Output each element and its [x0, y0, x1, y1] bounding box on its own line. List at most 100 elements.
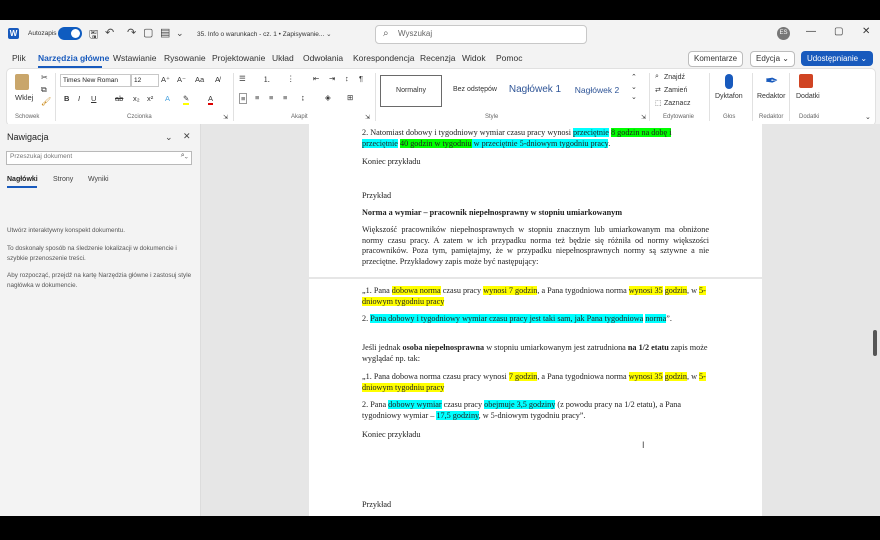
- half-time-quote-1[interactable]: „1. Pana dobowa norma czasu pracy wynosi…: [362, 372, 709, 393]
- quote-paragraph-1[interactable]: „1. Pana dobowa norma czasu pracy wynosi…: [362, 286, 709, 307]
- text-effects-icon[interactable]: A: [165, 94, 170, 103]
- half-time-paragraph[interactable]: Jeśli jednak osoba niepełnosprawna w sto…: [362, 343, 709, 364]
- section-heading[interactable]: Norma a wymiar – pracownik niepełnospraw…: [362, 208, 709, 219]
- select-button[interactable]: Zaznacz: [664, 100, 690, 107]
- shrink-font-icon[interactable]: A⁻: [177, 75, 186, 84]
- tab-draw[interactable]: Rysowanie: [164, 53, 206, 63]
- font-dialog-launcher-icon[interactable]: ⇲: [223, 114, 228, 121]
- nav-search-input[interactable]: Przeszukaj dokument ⌕⌄: [6, 151, 192, 165]
- share-button[interactable]: Udostępnianie ⌄: [801, 51, 873, 66]
- paste-icon[interactable]: [15, 74, 29, 90]
- avatar[interactable]: ES: [777, 27, 790, 40]
- replace-button[interactable]: Zamień: [664, 87, 687, 94]
- tab-design[interactable]: Projektowanie: [212, 53, 265, 63]
- styles-scroll-up-icon[interactable]: ⌃: [631, 73, 637, 81]
- maximize-icon[interactable]: ▢: [834, 26, 843, 37]
- quote-paragraph-2[interactable]: 2. Pana dobowy i tygodniowy wymiar czasu…: [362, 314, 709, 325]
- tab-insert[interactable]: Wstawianie: [113, 53, 156, 63]
- font-size-dropdown[interactable]: 12: [131, 74, 159, 87]
- cut-icon[interactable]: ✂: [41, 73, 48, 82]
- nav-search-icon[interactable]: ⌕⌄: [181, 152, 188, 160]
- microphone-icon[interactable]: [725, 74, 733, 89]
- superscript-icon[interactable]: x²: [147, 94, 153, 103]
- ribbon-collapse-icon[interactable]: ⌄: [865, 113, 871, 121]
- nav-close-icon[interactable]: ✕: [183, 131, 191, 142]
- tab-home[interactable]: Narzędzia główne: [38, 53, 109, 63]
- numbering-icon[interactable]: ⒈: [263, 74, 271, 85]
- tab-view[interactable]: Widok: [462, 53, 486, 63]
- paragraph-dialog-launcher-icon[interactable]: ⇲: [365, 114, 370, 121]
- example-label-2[interactable]: Przykład: [362, 191, 709, 202]
- document-title[interactable]: 35. Info o warunkach - cz. 1 • Zapisywan…: [197, 30, 332, 38]
- paragraph-norm-weekly[interactable]: 2. Natomiast dobowy i tygodniowy wymiar …: [362, 128, 709, 149]
- justify-icon[interactable]: ≡: [283, 93, 287, 102]
- comments-button[interactable]: Komentarze: [688, 51, 744, 67]
- dictate-button[interactable]: Dyktafon: [715, 93, 743, 100]
- tab-references[interactable]: Odwołania: [303, 53, 343, 63]
- vertical-scrollbar[interactable]: [873, 330, 877, 356]
- borders-icon[interactable]: ⊞: [347, 93, 353, 102]
- font-name-dropdown[interactable]: Times New Roman: [60, 74, 131, 87]
- tab-help[interactable]: Pomoc: [496, 53, 522, 63]
- increase-indent-icon[interactable]: ⇥: [329, 74, 335, 83]
- tab-mailings[interactable]: Korespondencja: [353, 53, 414, 63]
- styles-dialog-launcher-icon[interactable]: ⇲: [641, 114, 646, 121]
- save-icon[interactable]: 🖫: [89, 26, 98, 45]
- nav-tab-results[interactable]: Wyniki: [88, 176, 109, 183]
- subscript-icon[interactable]: x₂: [133, 94, 140, 103]
- grow-font-icon[interactable]: A⁺: [161, 75, 170, 84]
- minimize-icon[interactable]: —: [806, 26, 816, 37]
- close-icon[interactable]: ✕: [862, 26, 870, 37]
- search-box[interactable]: ⌕ Wyszukaj: [375, 25, 587, 44]
- nav-tab-pages[interactable]: Strony: [53, 176, 73, 183]
- shading-icon[interactable]: ◈: [325, 93, 331, 102]
- multilevel-list-icon[interactable]: ⋮: [287, 74, 295, 83]
- sort-icon[interactable]: ↕: [345, 74, 349, 83]
- paste-button[interactable]: Wklej: [15, 93, 33, 102]
- align-left-icon[interactable]: ≡: [239, 93, 248, 104]
- show-formatting-icon[interactable]: ¶: [359, 74, 363, 83]
- strikethrough-icon[interactable]: ab: [115, 94, 123, 103]
- addins-icon[interactable]: [799, 74, 813, 88]
- bold-icon[interactable]: B: [64, 94, 69, 103]
- italic-icon[interactable]: I: [78, 94, 80, 103]
- bullets-icon[interactable]: ☰: [239, 74, 246, 83]
- find-button[interactable]: Znajdź: [664, 74, 685, 81]
- customize-qat-icon[interactable]: ⌄: [176, 28, 184, 39]
- nav-tab-headings[interactable]: Nagłówki: [7, 176, 38, 183]
- styles-scroll-down-icon[interactable]: ⌄: [631, 83, 637, 91]
- end-of-example-2[interactable]: Koniec przykładu: [362, 430, 709, 441]
- undo-icon[interactable]: ↶: [105, 26, 114, 39]
- body-paragraph[interactable]: Większość pracowników niepełnosprawnych …: [362, 225, 709, 267]
- style-normal[interactable]: Normalny: [380, 75, 442, 107]
- line-spacing-icon[interactable]: ↨: [301, 93, 305, 102]
- align-center-icon[interactable]: ≡: [255, 93, 259, 102]
- tab-layout[interactable]: Układ: [272, 53, 294, 63]
- redo-icon[interactable]: ↷: [127, 26, 136, 39]
- half-time-quote-2[interactable]: 2. Pana dobowy wymiar czasu pracy obejmu…: [362, 400, 709, 421]
- nav-options-icon[interactable]: ⌄: [165, 132, 173, 143]
- font-color-icon[interactable]: A: [208, 94, 214, 105]
- styles-more-icon[interactable]: ⌄: [631, 93, 637, 101]
- editing-mode-button[interactable]: Edycja ⌄: [750, 51, 795, 67]
- tab-file[interactable]: Plik: [12, 53, 26, 63]
- addins-button[interactable]: Dodatki: [796, 93, 820, 100]
- style-heading-1[interactable]: Nagłówek 1: [505, 75, 565, 105]
- print-preview-icon[interactable]: ▤: [160, 26, 170, 39]
- style-heading-2[interactable]: Nagłówek 2: [568, 75, 626, 105]
- highlight-color-icon[interactable]: ✎: [183, 94, 190, 105]
- format-painter-icon[interactable]: 🖌: [41, 97, 51, 106]
- editor-icon[interactable]: ✒: [765, 71, 778, 91]
- copy-icon[interactable]: ⧉: [41, 85, 47, 95]
- end-of-example-1[interactable]: Koniec przykładu: [362, 157, 709, 168]
- style-no-spacing[interactable]: Bez odstępów: [445, 75, 505, 105]
- change-case-icon[interactable]: Aa: [195, 75, 204, 84]
- example-label-3[interactable]: Przykład: [362, 500, 709, 511]
- decrease-indent-icon[interactable]: ⇤: [313, 74, 319, 83]
- tab-review[interactable]: Recenzja: [420, 53, 455, 63]
- autosave-toggle[interactable]: [58, 27, 82, 40]
- document-page[interactable]: 2. Natomiast dobowy i tygodniowy wymiar …: [309, 124, 762, 516]
- align-right-icon[interactable]: ≡: [269, 93, 273, 102]
- new-doc-icon[interactable]: ▢: [143, 26, 153, 39]
- underline-icon[interactable]: U: [91, 94, 96, 103]
